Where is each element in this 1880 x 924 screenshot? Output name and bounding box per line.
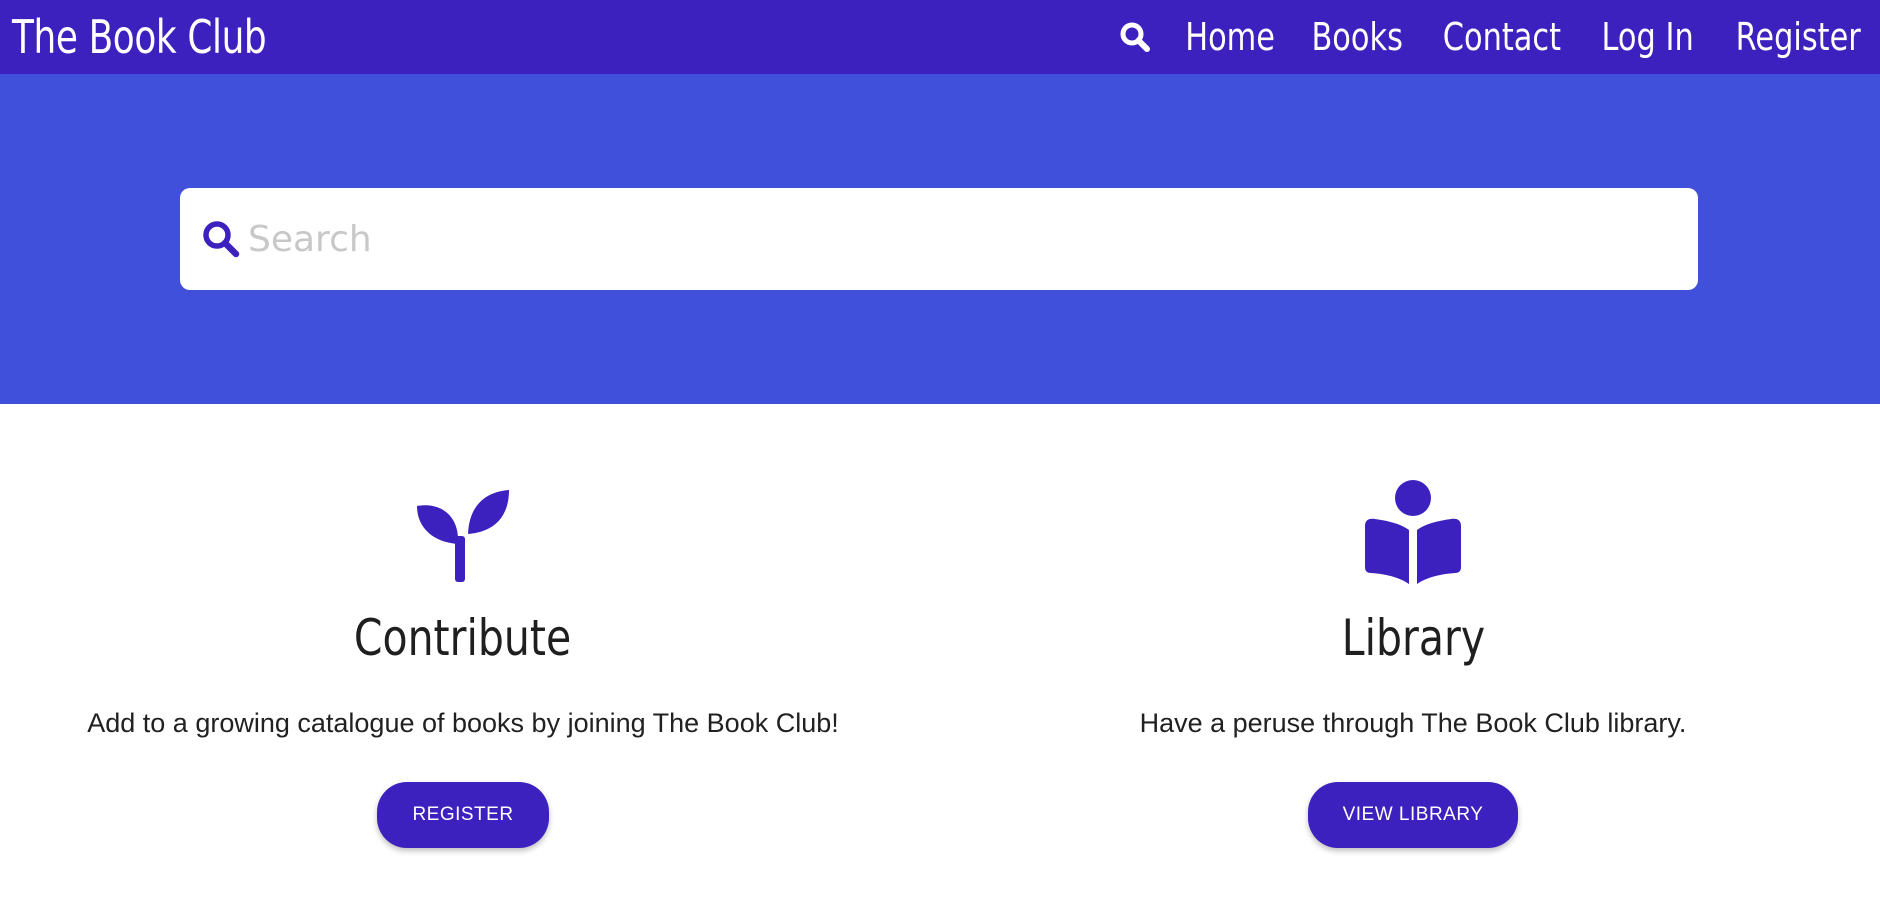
nav-link-books[interactable]: Books	[1312, 15, 1404, 59]
seedling-icon	[13, 480, 913, 584]
search-bar[interactable]	[180, 188, 1698, 290]
nav-link-home[interactable]: Home	[1185, 15, 1275, 59]
navbar: The Book Club Home Books Contact Log In …	[0, 0, 1880, 74]
hero-section	[0, 74, 1880, 404]
register-button[interactable]: REGISTER	[377, 782, 549, 848]
search-input[interactable]	[248, 204, 1648, 274]
card-description: Add to a growing catalogue of books by j…	[87, 708, 839, 738]
search-icon	[200, 218, 242, 260]
view-library-button[interactable]: VIEW LIBRARY	[1307, 782, 1519, 848]
card-title: Library	[1341, 609, 1485, 667]
site-brand[interactable]: The Book Club	[12, 10, 267, 64]
card-title: Contribute	[354, 609, 572, 667]
library-card: Library Have a peruse through The Book C…	[963, 480, 1863, 848]
nav-link-login[interactable]: Log In	[1602, 15, 1694, 59]
contribute-card: Contribute Add to a growing catalogue of…	[13, 480, 913, 848]
card-description: Have a peruse through The Book Club libr…	[1139, 708, 1687, 738]
search-icon[interactable]	[1118, 20, 1152, 54]
book-reader-icon	[963, 480, 1863, 584]
nav-link-register[interactable]: Register	[1735, 15, 1860, 59]
nav-link-contact[interactable]: Contact	[1443, 15, 1561, 59]
nav-links: Home Books Contact Log In Register	[1118, 15, 1870, 59]
